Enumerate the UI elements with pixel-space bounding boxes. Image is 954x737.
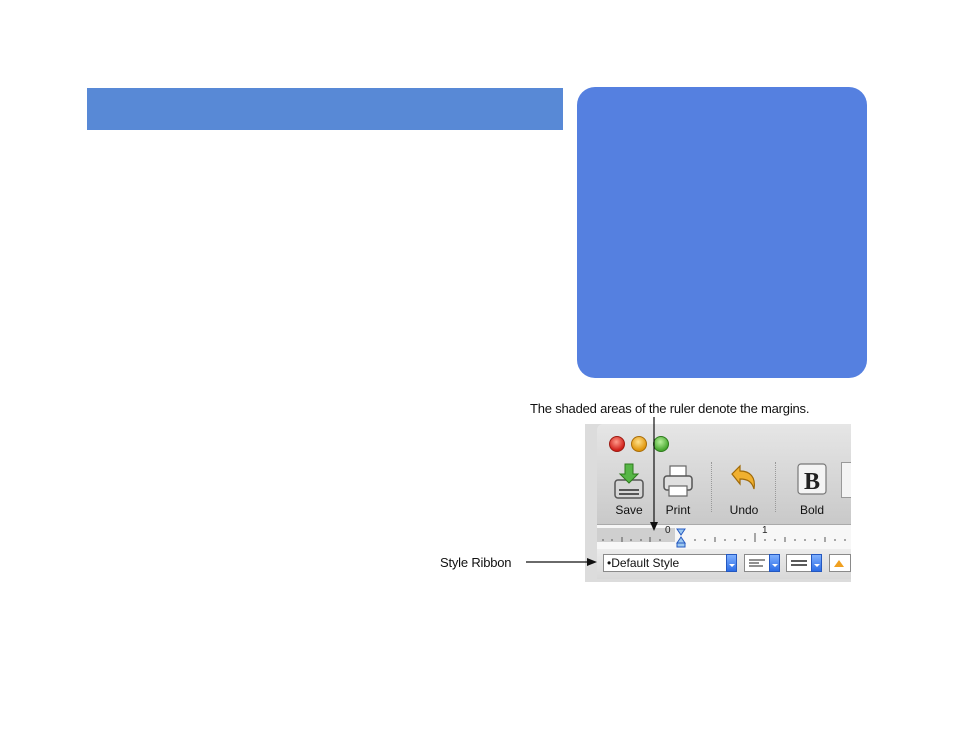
italic-button-partial[interactable]	[841, 462, 851, 498]
style-select[interactable]: •Default Style	[603, 554, 737, 572]
toolbar: Save Print Undo B Bold	[597, 424, 851, 524]
undo-icon	[731, 464, 755, 490]
print-label: Print	[665, 503, 691, 517]
undo-button[interactable]: Undo	[721, 462, 767, 518]
save-label: Save	[615, 503, 643, 517]
blue-content-card	[577, 87, 867, 378]
save-button[interactable]: Save	[606, 462, 652, 518]
close-window-button[interactable]	[609, 436, 625, 452]
style-ribbon: •Default Style	[597, 549, 851, 579]
ruler-ticks	[602, 528, 846, 548]
undo-label: Undo	[729, 503, 759, 517]
word-window-snippet: Save Print Undo B Bold 0 1 •Default Styl…	[585, 424, 851, 582]
ruler-caption: The shaded areas of the ruler denote the…	[530, 401, 810, 416]
svg-text:B: B	[804, 469, 820, 495]
slide-title-bar	[87, 88, 563, 130]
align-left-icon	[749, 559, 765, 567]
toolbar-separator	[775, 462, 776, 512]
printer-icon	[663, 465, 693, 497]
save-icon	[614, 463, 644, 499]
triangle-icon[interactable]	[829, 554, 851, 572]
bold-button[interactable]: B Bold	[789, 462, 835, 518]
line-spacing-select[interactable]	[786, 554, 822, 572]
bold-label: Bold	[799, 503, 825, 517]
ruler[interactable]: 0 1	[597, 524, 851, 550]
print-button[interactable]: Print	[655, 462, 701, 518]
style-select-value: •Default Style	[607, 556, 680, 570]
bold-icon: B	[797, 463, 827, 495]
minimize-window-button[interactable]	[631, 436, 647, 452]
alignment-select[interactable]	[744, 554, 780, 572]
chevron-down-icon[interactable]	[726, 554, 737, 572]
ruler-tick-label: 0	[665, 525, 671, 536]
toolbar-separator	[711, 462, 712, 512]
chevron-down-icon[interactable]	[811, 554, 822, 572]
ruler-tick-label: 1	[762, 525, 768, 536]
ribbon-caption: Style Ribbon	[440, 555, 512, 570]
line-spacing-icon	[791, 560, 807, 566]
chevron-down-icon[interactable]	[769, 554, 780, 572]
zoom-window-button[interactable]	[653, 436, 669, 452]
